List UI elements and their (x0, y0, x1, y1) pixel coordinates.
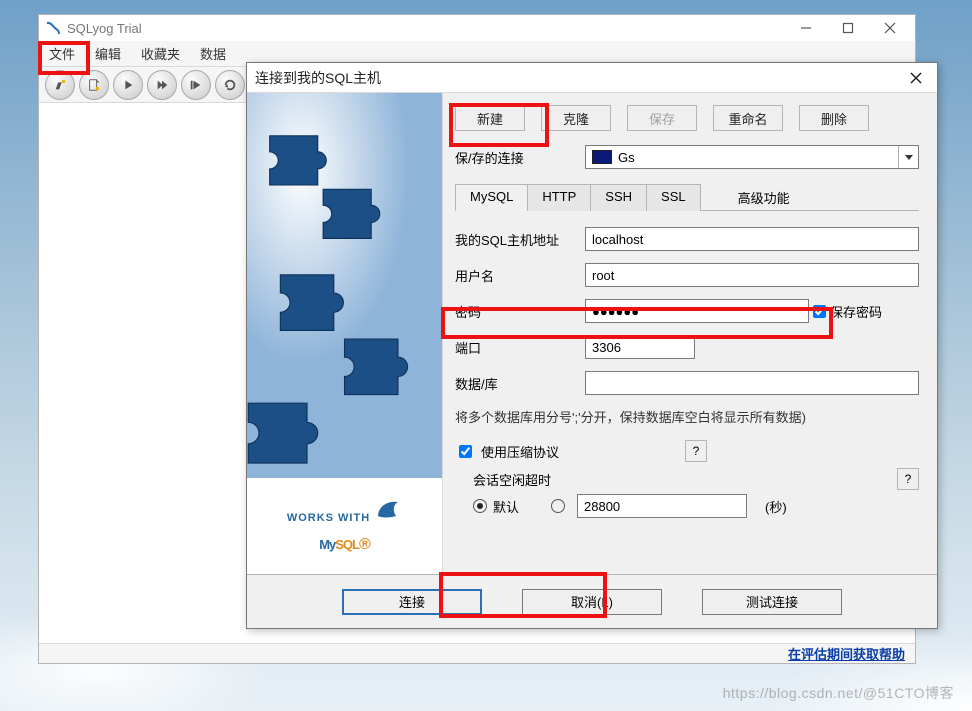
toolbar-refresh-icon[interactable] (215, 70, 245, 100)
save-password-check[interactable] (813, 305, 826, 318)
window-title: SQLyog Trial (67, 21, 785, 36)
connection-buttons-row: 新建 克隆 保存 重命名 删除 (455, 105, 919, 131)
menu-edit[interactable]: 编辑 (85, 41, 131, 66)
minimize-button[interactable] (785, 16, 827, 40)
maximize-button[interactable] (827, 16, 869, 40)
toolbar-run-all-icon[interactable] (147, 70, 177, 100)
tabs-row: MySQL HTTP SSH SSL 高级功能 (455, 183, 919, 211)
titlebar: SQLyog Trial (39, 15, 915, 41)
idle-help-button[interactable]: ? (897, 468, 919, 490)
chevron-down-icon[interactable] (898, 146, 918, 168)
toolbar-new-query-icon[interactable] (79, 70, 109, 100)
mysql-form: 我的SQL主机地址 用户名 密码 保存密码 端口 (455, 211, 919, 518)
dolphin-icon (374, 496, 402, 524)
menu-favorites[interactable]: 收藏夹 (131, 41, 190, 66)
menu-file[interactable]: 文件 (39, 41, 85, 66)
port-input[interactable] (585, 335, 695, 359)
custom-radio[interactable] (551, 499, 565, 513)
host-label: 我的SQL主机地址 (455, 230, 585, 249)
rename-button[interactable]: 重命名 (713, 105, 783, 131)
save-button[interactable]: 保存 (627, 105, 697, 131)
saved-connection-value: Gs (618, 150, 635, 165)
puzzle-graphic (247, 93, 442, 478)
menu-database[interactable]: 数据 (190, 41, 236, 66)
dialog-right-panel: 新建 克隆 保存 重命名 删除 保/存的连接 Gs MySQL HTTP (443, 93, 937, 574)
user-input[interactable] (585, 263, 919, 287)
timeout-unit: (秒) (765, 497, 787, 516)
statusbar: 在评估期间获取帮助 (39, 643, 915, 663)
save-password-checkbox[interactable]: 保存密码 (813, 302, 882, 321)
password-input[interactable] (585, 299, 809, 323)
new-button[interactable]: 新建 (455, 105, 525, 131)
toolbar-run-last-icon[interactable] (181, 70, 211, 100)
saved-connection-label: 保/存的连接 (455, 148, 555, 167)
timeout-input[interactable] (577, 494, 747, 518)
watermark: https://blog.csdn.net/@51CTO博客 (723, 683, 954, 703)
works-with-label: WORKS WITH (287, 512, 370, 524)
mysql-logo: WORKS WITH MySQL® (247, 478, 442, 574)
dialog-close-icon[interactable] (903, 65, 929, 91)
tab-http[interactable]: HTTP (527, 184, 591, 211)
tab-ssh[interactable]: SSH (590, 184, 647, 211)
database-label: 数据/库 (455, 374, 585, 393)
host-input[interactable] (585, 227, 919, 251)
port-label: 端口 (455, 338, 585, 357)
idle-label: 会话空闲超时 (473, 470, 551, 489)
help-link[interactable]: 在评估期间获取帮助 (788, 644, 905, 663)
user-label: 用户名 (455, 266, 585, 285)
dialog-title: 连接到我的SQL主机 (255, 68, 903, 88)
saved-connection-combo[interactable]: Gs (585, 145, 919, 169)
tab-advanced[interactable]: 高级功能 (724, 184, 804, 211)
connect-button[interactable]: 连接 (342, 589, 482, 615)
close-button[interactable] (869, 16, 911, 40)
delete-button[interactable]: 删除 (799, 105, 869, 131)
tab-ssl[interactable]: SSL (646, 184, 701, 211)
window-controls (785, 16, 911, 40)
compress-checkbox[interactable] (459, 445, 472, 458)
tab-mysql[interactable]: MySQL (455, 184, 528, 211)
connection-color-swatch (592, 150, 612, 164)
clone-button[interactable]: 克隆 (541, 105, 611, 131)
dialog-footer: 连接 取消(L) 测试连接 (247, 574, 937, 628)
database-input[interactable] (585, 371, 919, 395)
database-hint: 将多个数据库用分号';'分开，保持数据库空白将显示所有数据) (455, 407, 919, 426)
mysql-wordmark: MySQL® (319, 524, 370, 556)
compress-label: 使用压缩协议 (481, 442, 559, 461)
toolbar-new-conn-icon[interactable] (45, 70, 75, 100)
test-connection-button[interactable]: 测试连接 (702, 589, 842, 615)
default-radio[interactable] (473, 499, 487, 513)
toolbar-run-icon[interactable] (113, 70, 143, 100)
password-label: 密码 (455, 302, 585, 321)
dialog-body: WORKS WITH MySQL® 新建 克隆 保存 重命名 删除 保/存的连接 (247, 93, 937, 574)
dialog-titlebar: 连接到我的SQL主机 (247, 63, 937, 93)
cancel-button[interactable]: 取消(L) (522, 589, 662, 615)
connection-dialog: 连接到我的SQL主机 (246, 62, 938, 629)
saved-connection-row: 保/存的连接 Gs (455, 145, 919, 169)
app-icon (45, 20, 61, 36)
compress-help-button[interactable]: ? (685, 440, 707, 462)
default-radio-label: 默认 (493, 497, 519, 516)
sidebar-image-panel: WORKS WITH MySQL® (247, 93, 443, 574)
